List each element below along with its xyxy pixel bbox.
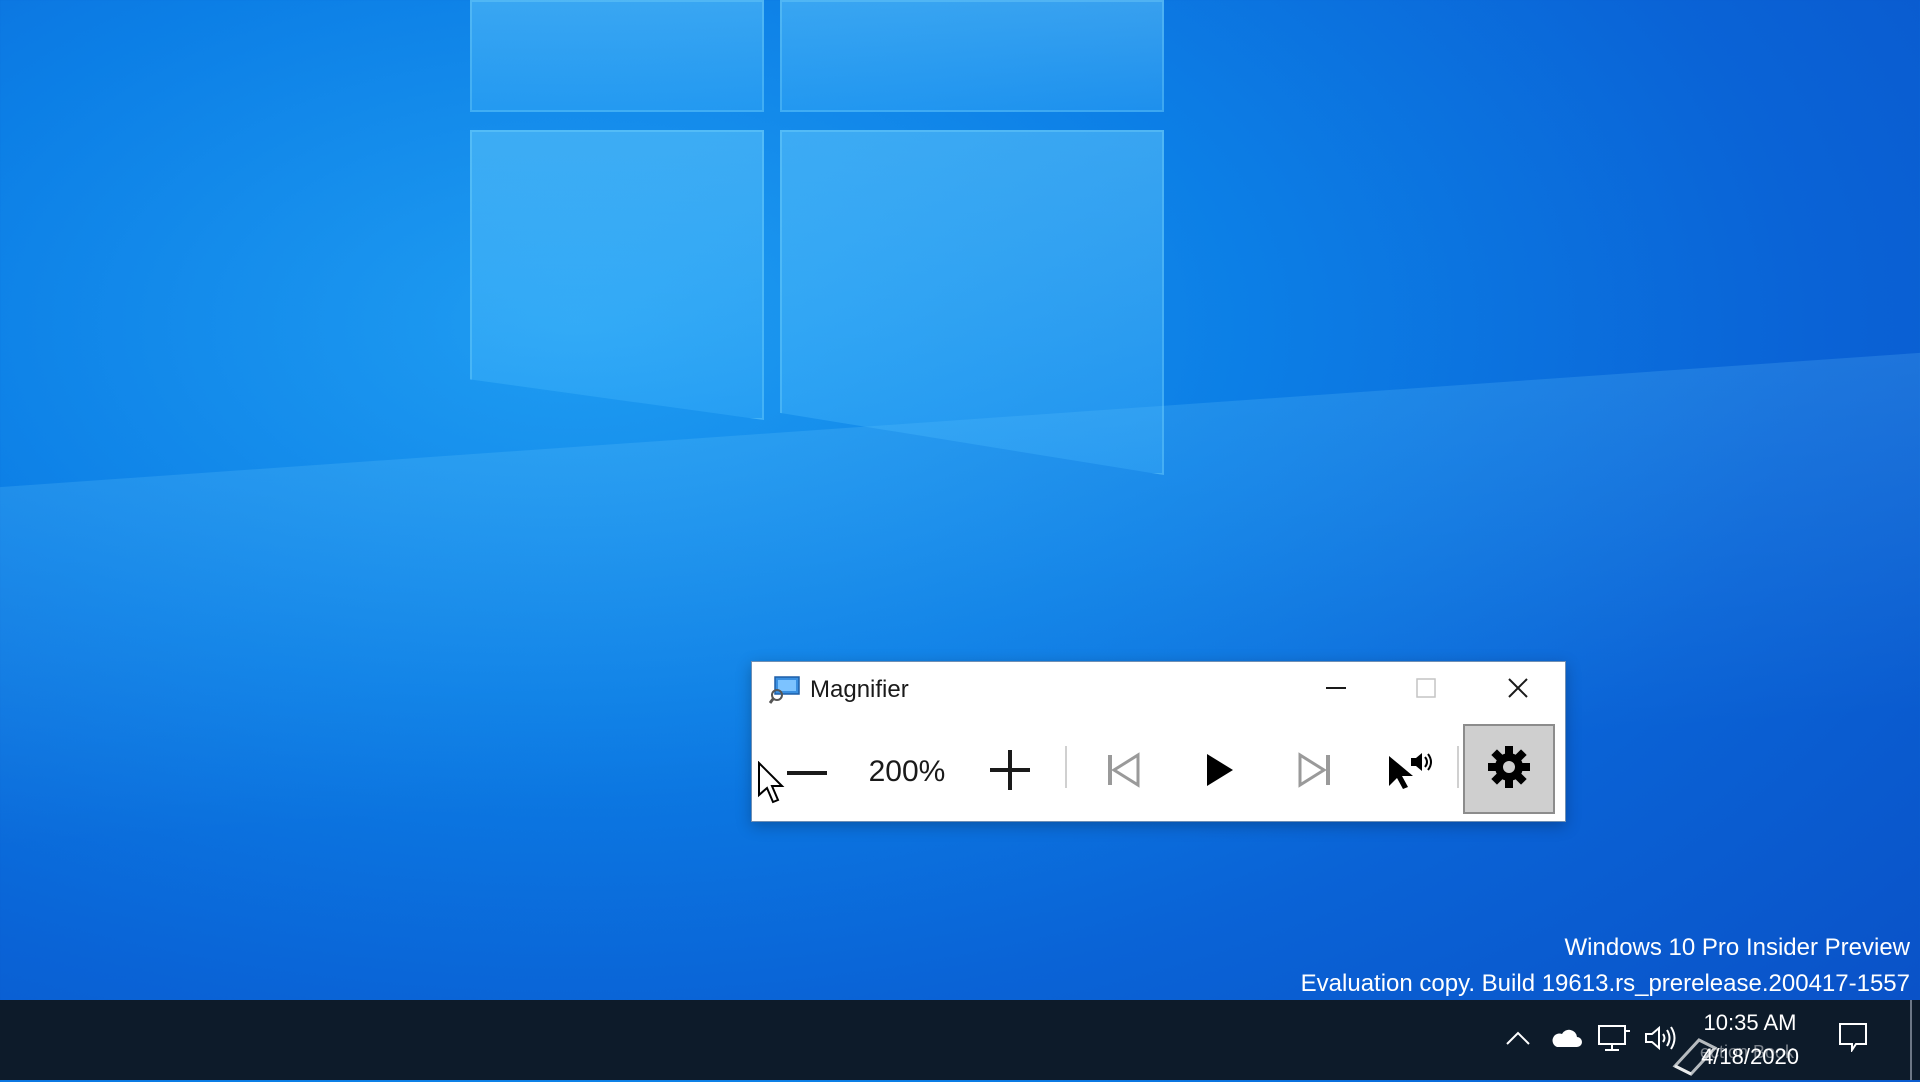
toolbar-divider [1065, 746, 1067, 788]
zoom-in-button[interactable] [970, 728, 1050, 816]
gear-icon [1487, 745, 1531, 793]
magnifier-toolbar: 200% [752, 718, 1565, 821]
clock-date: 4/18/2020 [1701, 1044, 1799, 1069]
action-center-icon[interactable] [1838, 1022, 1868, 1054]
windows-logo-pane-top-left [470, 0, 764, 112]
play-icon [1205, 752, 1235, 792]
skip-previous-icon [1105, 752, 1141, 792]
previous-button[interactable] [1084, 728, 1162, 816]
onedrive-cloud-icon [1549, 1027, 1583, 1053]
skip-next-icon [1297, 752, 1333, 792]
chevron-up-icon [1505, 1030, 1531, 1050]
magnifier-window: Magnifier 200% [751, 661, 1566, 822]
plus-icon [988, 748, 1032, 796]
close-button[interactable] [1473, 662, 1563, 718]
read-from-click-button[interactable] [1369, 728, 1451, 816]
watermark-build: Evaluation copy. Build 19613.rs_prerelea… [1300, 970, 1910, 997]
toolbar-divider [1457, 746, 1459, 788]
network-icon [1597, 1023, 1631, 1057]
show-hidden-icons-button[interactable] [1500, 1018, 1536, 1062]
system-clock[interactable]: 10:35 AM 4/18/2020 [1690, 1006, 1810, 1074]
title-bar[interactable]: Magnifier [752, 662, 1565, 718]
window-title: Magnifier [810, 676, 909, 703]
magnifier-app-icon [768, 676, 801, 704]
watermark-edition: Windows 10 Pro Insider Preview [1564, 934, 1910, 961]
pointer-speaker-icon [1387, 750, 1433, 794]
minus-icon [785, 763, 829, 782]
windows-logo-pane-top-right [780, 0, 1164, 112]
minimize-icon [1324, 676, 1348, 704]
close-icon [1506, 676, 1530, 704]
onedrive-button[interactable] [1546, 1018, 1586, 1062]
taskbar: ection Book 10:35 AM 4/18/2020 [0, 1000, 1920, 1080]
maximize-icon [1415, 677, 1437, 703]
windows-logo-pane-bottom-left [470, 130, 764, 420]
play-button[interactable] [1180, 728, 1260, 816]
maximize-button[interactable] [1381, 662, 1471, 718]
next-button[interactable] [1275, 728, 1355, 816]
settings-button[interactable] [1463, 724, 1555, 814]
desktop-watermark: Windows 10 Pro Insider Preview Evaluatio… [1301, 930, 1910, 1002]
windows-logo-pane-bottom-right [780, 130, 1164, 475]
minimize-button[interactable] [1291, 662, 1381, 718]
show-desktop-edge[interactable] [1910, 1000, 1912, 1080]
clock-time: 10:35 AM [1703, 1010, 1797, 1035]
desktop-wallpaper [0, 0, 1920, 1080]
zoom-level: 200% [868, 755, 946, 788]
network-button[interactable] [1594, 1018, 1634, 1062]
mouse-pointer-icon [757, 760, 785, 805]
